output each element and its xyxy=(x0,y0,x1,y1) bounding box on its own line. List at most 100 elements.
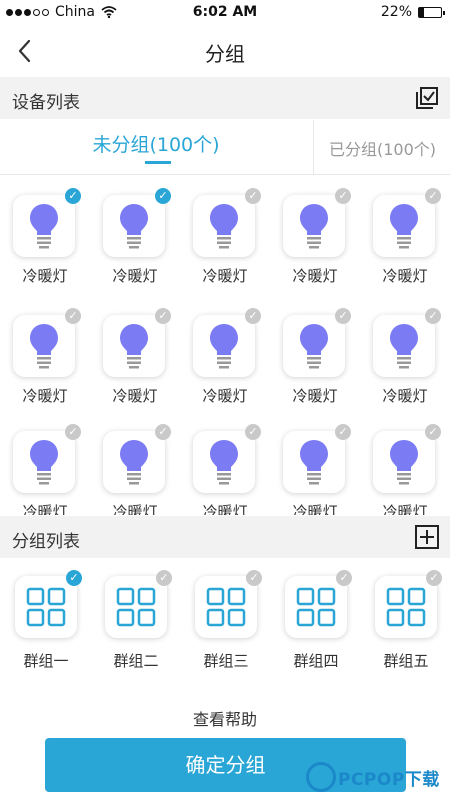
group-list-title: 分组列表 xyxy=(12,532,80,552)
group-card xyxy=(15,576,77,638)
unchecked-icon[interactable]: ✓ xyxy=(155,424,171,440)
group-label: 群组三 xyxy=(203,652,249,670)
unchecked-icon[interactable]: ✓ xyxy=(65,308,81,324)
unchecked-icon[interactable]: ✓ xyxy=(155,308,171,324)
group-grid-icon xyxy=(116,587,156,627)
device-tile[interactable]: ✓ 冷暖灯 xyxy=(270,295,360,413)
device-label: 冷暖灯 xyxy=(22,267,68,285)
device-card xyxy=(103,431,165,493)
checked-icon[interactable]: ✓ xyxy=(65,188,81,204)
watermark: PCPOP下载 xyxy=(306,760,446,796)
light-bulb-icon xyxy=(120,440,148,485)
status-bar: China 6:02 AM 22% xyxy=(0,0,450,26)
device-card xyxy=(193,315,255,377)
battery-percent: 22% xyxy=(380,4,412,20)
nav-bar: 分组 xyxy=(0,26,450,76)
unchecked-icon[interactable]: ✓ xyxy=(156,570,172,586)
device-label: 冷暖灯 xyxy=(202,503,248,515)
device-label: 冷暖灯 xyxy=(292,503,338,515)
device-list-title: 设备列表 xyxy=(12,93,80,113)
group-tile[interactable]: ✓ 群组三 xyxy=(180,560,270,680)
device-tile[interactable]: ✓ 冷暖灯 xyxy=(180,295,270,413)
tab-grouped[interactable]: 已分组(100个) xyxy=(313,120,450,174)
checked-icon[interactable]: ✓ xyxy=(66,570,82,586)
device-label: 冷暖灯 xyxy=(112,387,158,405)
battery-icon xyxy=(418,6,445,18)
group-label: 群组二 xyxy=(113,652,159,670)
tab-underline xyxy=(145,161,171,164)
group-card xyxy=(285,576,347,638)
group-card xyxy=(195,576,257,638)
device-card xyxy=(373,315,435,377)
device-label: 冷暖灯 xyxy=(22,387,68,405)
select-all-icon xyxy=(416,87,438,109)
unchecked-icon[interactable]: ✓ xyxy=(245,424,261,440)
light-bulb-icon xyxy=(30,324,58,369)
group-label: 群组四 xyxy=(293,652,339,670)
light-bulb-icon xyxy=(210,204,238,249)
watermark-text: PCPOP下载 xyxy=(338,770,440,790)
unchecked-icon[interactable]: ✓ xyxy=(335,188,351,204)
device-tile[interactable]: ✓ 冷暖灯 xyxy=(90,295,180,413)
device-card xyxy=(13,195,75,257)
device-grid: ✓ 冷暖灯 ✓ 冷暖灯 ✓ 冷暖灯 ✓ 冷暖灯 ✓ 冷暖灯 ✓ 冷暖灯 ✓ 冷暖灯 ✓ 冷暖灯 ✓ 冷暖灯 ✓ 冷暖灯… xyxy=(0,175,450,515)
device-tile[interactable]: ✓ 冷暖灯 xyxy=(90,411,180,515)
device-tile[interactable]: ✓ 冷暖灯 xyxy=(360,175,450,293)
device-tile[interactable]: ✓ 冷暖灯 xyxy=(360,411,450,515)
device-label: 冷暖灯 xyxy=(382,267,428,285)
device-tile[interactable]: ✓ 冷暖灯 xyxy=(270,175,360,293)
group-label: 群组一 xyxy=(23,652,69,670)
add-group-button[interactable] xyxy=(414,524,440,550)
device-tile[interactable]: ✓ 冷暖灯 xyxy=(180,175,270,293)
tab-ungrouped[interactable]: 未分组(100个) xyxy=(0,120,312,174)
status-right: 22% xyxy=(380,4,445,20)
unchecked-icon[interactable]: ✓ xyxy=(425,308,441,324)
unchecked-icon[interactable]: ✓ xyxy=(335,308,351,324)
checked-icon[interactable]: ✓ xyxy=(155,188,171,204)
group-tile[interactable]: ✓ 群组五 xyxy=(360,560,450,680)
device-tile[interactable]: ✓ 冷暖灯 xyxy=(0,411,90,515)
group-grid-icon xyxy=(26,587,66,627)
group-tile[interactable]: ✓ 群组四 xyxy=(270,560,360,680)
device-card xyxy=(283,195,345,257)
light-bulb-icon xyxy=(390,204,418,249)
unchecked-icon[interactable]: ✓ xyxy=(336,570,352,586)
device-tile[interactable]: ✓ 冷暖灯 xyxy=(0,295,90,413)
device-label: 冷暖灯 xyxy=(112,267,158,285)
unchecked-icon[interactable]: ✓ xyxy=(245,188,261,204)
unchecked-icon[interactable]: ✓ xyxy=(425,188,441,204)
group-grid-icon xyxy=(386,587,426,627)
device-tile[interactable]: ✓ 冷暖灯 xyxy=(360,295,450,413)
device-card xyxy=(193,195,255,257)
light-bulb-icon xyxy=(390,324,418,369)
unchecked-icon[interactable]: ✓ xyxy=(426,570,442,586)
device-tile[interactable]: ✓ 冷暖灯 xyxy=(270,411,360,515)
unchecked-icon[interactable]: ✓ xyxy=(65,424,81,440)
unchecked-icon[interactable]: ✓ xyxy=(246,570,262,586)
device-list-header: 设备列表 xyxy=(0,77,450,119)
group-tile[interactable]: ✓ 群组二 xyxy=(90,560,180,680)
select-all-button[interactable] xyxy=(414,85,440,111)
device-card xyxy=(13,431,75,493)
add-group-icon xyxy=(415,525,439,549)
light-bulb-icon xyxy=(30,440,58,485)
light-bulb-icon xyxy=(210,324,238,369)
watermark-logo-icon xyxy=(306,762,336,792)
group-list-header: 分组列表 xyxy=(0,516,450,558)
group-card xyxy=(105,576,167,638)
device-tile[interactable]: ✓ 冷暖灯 xyxy=(0,175,90,293)
device-card xyxy=(13,315,75,377)
device-tile[interactable]: ✓ 冷暖灯 xyxy=(180,411,270,515)
unchecked-icon[interactable]: ✓ xyxy=(245,308,261,324)
group-tile[interactable]: ✓ 群组一 xyxy=(0,560,90,680)
light-bulb-icon xyxy=(300,324,328,369)
device-tile[interactable]: ✓ 冷暖灯 xyxy=(90,175,180,293)
group-label: 群组五 xyxy=(383,652,429,670)
help-link[interactable]: 查看帮助 xyxy=(0,706,450,730)
unchecked-icon[interactable]: ✓ xyxy=(335,424,351,440)
light-bulb-icon xyxy=(210,440,238,485)
tab-ungrouped-label: 未分组(100个) xyxy=(92,134,220,156)
light-bulb-icon xyxy=(300,440,328,485)
group-tabs: 未分组(100个) 已分组(100个) xyxy=(0,120,450,175)
unchecked-icon[interactable]: ✓ xyxy=(425,424,441,440)
